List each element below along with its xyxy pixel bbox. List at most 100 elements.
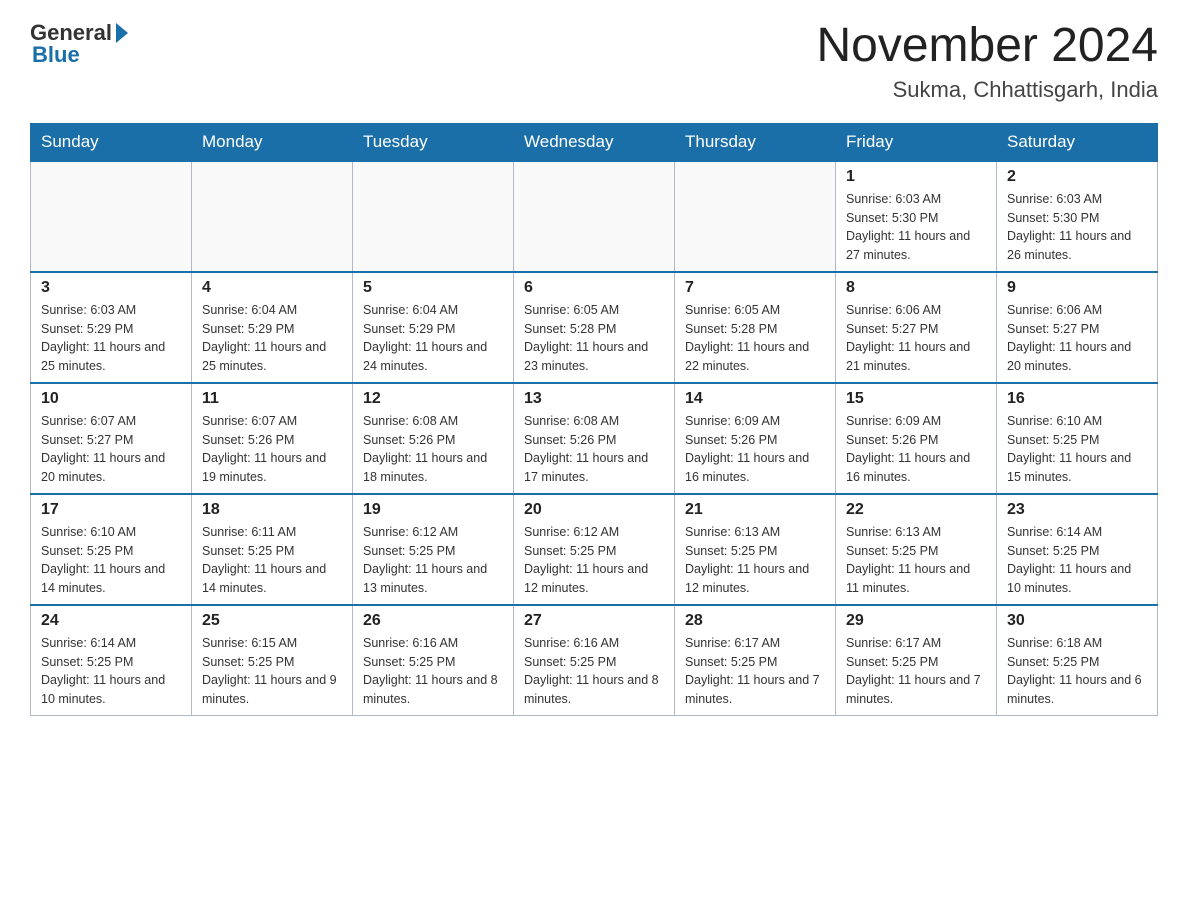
calendar-cell: 30Sunrise: 6:18 AMSunset: 5:25 PMDayligh… xyxy=(997,605,1158,716)
calendar-cell: 4 Sunrise: 6:04 AMSunset: 5:29 PMDaylight… xyxy=(192,272,353,383)
calendar-cell: 15 Sunrise: 6:09 AMSunset: 5:26 PMDayligh… xyxy=(836,383,997,494)
day-number: 21 xyxy=(685,501,825,519)
calendar-header-row: SundayMondayTuesdayWednesdayThursdayFrid… xyxy=(31,123,1158,161)
day-info: Sunrise: 6:16 AMSunset: 5:25 PMDaylight:… xyxy=(363,634,503,709)
calendar-day-header: Wednesday xyxy=(514,123,675,161)
calendar-day-header: Tuesday xyxy=(353,123,514,161)
calendar-cell: 21 Sunrise: 6:13 AMSunset: 5:25 PMDayligh… xyxy=(675,494,836,605)
day-info: Sunrise: 6:10 AMSunset: 5:25 PMDaylight:… xyxy=(41,523,181,598)
day-number: 2 xyxy=(1007,168,1147,186)
day-number: 13 xyxy=(524,390,664,408)
calendar-cell: 22 Sunrise: 6:13 AMSunset: 5:25 PMDayligh… xyxy=(836,494,997,605)
calendar-day-header: Sunday xyxy=(31,123,192,161)
day-number: 10 xyxy=(41,390,181,408)
title-block: November 2024 Sukma, Chhattisgarh, India xyxy=(816,20,1158,103)
calendar-day-header: Friday xyxy=(836,123,997,161)
calendar-cell: 18Sunrise: 6:11 AMSunset: 5:25 PMDayligh… xyxy=(192,494,353,605)
day-info: Sunrise: 6:15 AMSunset: 5:25 PMDaylight:… xyxy=(202,634,342,709)
calendar-cell: 26 Sunrise: 6:16 AMSunset: 5:25 PMDayligh… xyxy=(353,605,514,716)
day-info: Sunrise: 6:17 AMSunset: 5:25 PMDaylight:… xyxy=(685,634,825,709)
day-number: 26 xyxy=(363,612,503,630)
day-number: 4 xyxy=(202,279,342,297)
calendar-cell: 7 Sunrise: 6:05 AMSunset: 5:28 PMDaylight… xyxy=(675,272,836,383)
day-number: 24 xyxy=(41,612,181,630)
calendar-cell: 2 Sunrise: 6:03 AMSunset: 5:30 PMDaylight… xyxy=(997,161,1158,272)
day-number: 3 xyxy=(41,279,181,297)
day-info: Sunrise: 6:12 AMSunset: 5:25 PMDaylight:… xyxy=(363,523,503,598)
day-info: Sunrise: 6:14 AMSunset: 5:25 PMDaylight:… xyxy=(1007,523,1147,598)
calendar-cell: 17 Sunrise: 6:10 AMSunset: 5:25 PMDayligh… xyxy=(31,494,192,605)
calendar-cell: 20 Sunrise: 6:12 AMSunset: 5:25 PMDayligh… xyxy=(514,494,675,605)
day-info: Sunrise: 6:16 AMSunset: 5:25 PMDaylight:… xyxy=(524,634,664,709)
day-info: Sunrise: 6:12 AMSunset: 5:25 PMDaylight:… xyxy=(524,523,664,598)
calendar-cell: 16 Sunrise: 6:10 AMSunset: 5:25 PMDayligh… xyxy=(997,383,1158,494)
location-subtitle: Sukma, Chhattisgarh, India xyxy=(816,77,1158,103)
calendar-cell: 12Sunrise: 6:08 AMSunset: 5:26 PMDayligh… xyxy=(353,383,514,494)
day-info: Sunrise: 6:03 AMSunset: 5:30 PMDaylight:… xyxy=(1007,190,1147,265)
day-info: Sunrise: 6:09 AMSunset: 5:26 PMDaylight:… xyxy=(685,412,825,487)
calendar-table: SundayMondayTuesdayWednesdayThursdayFrid… xyxy=(30,123,1158,716)
calendar-cell: 10 Sunrise: 6:07 AMSunset: 5:27 PMDayligh… xyxy=(31,383,192,494)
calendar-cell xyxy=(675,161,836,272)
day-number: 8 xyxy=(846,279,986,297)
calendar-cell: 1Sunrise: 6:03 AMSunset: 5:30 PMDaylight… xyxy=(836,161,997,272)
calendar-week-row: 17 Sunrise: 6:10 AMSunset: 5:25 PMDayligh… xyxy=(31,494,1158,605)
day-number: 15 xyxy=(846,390,986,408)
day-number: 28 xyxy=(685,612,825,630)
day-info: Sunrise: 6:06 AMSunset: 5:27 PMDaylight:… xyxy=(846,301,986,376)
day-number: 7 xyxy=(685,279,825,297)
day-info: Sunrise: 6:13 AMSunset: 5:25 PMDaylight:… xyxy=(685,523,825,598)
day-info: Sunrise: 6:10 AMSunset: 5:25 PMDaylight:… xyxy=(1007,412,1147,487)
day-info: Sunrise: 6:17 AMSunset: 5:25 PMDaylight:… xyxy=(846,634,986,709)
calendar-cell xyxy=(514,161,675,272)
day-number: 16 xyxy=(1007,390,1147,408)
calendar-day-header: Saturday xyxy=(997,123,1158,161)
logo-arrow-icon xyxy=(116,23,128,43)
day-number: 17 xyxy=(41,501,181,519)
calendar-cell: 23 Sunrise: 6:14 AMSunset: 5:25 PMDayligh… xyxy=(997,494,1158,605)
calendar-cell xyxy=(192,161,353,272)
day-info: Sunrise: 6:05 AMSunset: 5:28 PMDaylight:… xyxy=(685,301,825,376)
logo: General Blue xyxy=(30,20,128,68)
calendar-cell: 6 Sunrise: 6:05 AMSunset: 5:28 PMDaylight… xyxy=(514,272,675,383)
calendar-day-header: Monday xyxy=(192,123,353,161)
calendar-cell: 11Sunrise: 6:07 AMSunset: 5:26 PMDayligh… xyxy=(192,383,353,494)
day-info: Sunrise: 6:04 AMSunset: 5:29 PMDaylight:… xyxy=(202,301,342,376)
day-info: Sunrise: 6:04 AMSunset: 5:29 PMDaylight:… xyxy=(363,301,503,376)
day-number: 6 xyxy=(524,279,664,297)
calendar-week-row: 3 Sunrise: 6:03 AMSunset: 5:29 PMDaylight… xyxy=(31,272,1158,383)
calendar-cell xyxy=(31,161,192,272)
day-info: Sunrise: 6:09 AMSunset: 5:26 PMDaylight:… xyxy=(846,412,986,487)
day-number: 5 xyxy=(363,279,503,297)
calendar-cell: 5 Sunrise: 6:04 AMSunset: 5:29 PMDaylight… xyxy=(353,272,514,383)
calendar-cell: 28 Sunrise: 6:17 AMSunset: 5:25 PMDayligh… xyxy=(675,605,836,716)
day-number: 23 xyxy=(1007,501,1147,519)
calendar-day-header: Thursday xyxy=(675,123,836,161)
day-number: 9 xyxy=(1007,279,1147,297)
calendar-cell: 9 Sunrise: 6:06 AMSunset: 5:27 PMDaylight… xyxy=(997,272,1158,383)
day-info: Sunrise: 6:03 AMSunset: 5:29 PMDaylight:… xyxy=(41,301,181,376)
page-header: General Blue November 2024 Sukma, Chhatt… xyxy=(30,20,1158,103)
day-number: 22 xyxy=(846,501,986,519)
calendar-week-row: 1Sunrise: 6:03 AMSunset: 5:30 PMDaylight… xyxy=(31,161,1158,272)
calendar-cell: 13Sunrise: 6:08 AMSunset: 5:26 PMDayligh… xyxy=(514,383,675,494)
calendar-cell: 27 Sunrise: 6:16 AMSunset: 5:25 PMDayligh… xyxy=(514,605,675,716)
day-info: Sunrise: 6:14 AMSunset: 5:25 PMDaylight:… xyxy=(41,634,181,709)
day-info: Sunrise: 6:05 AMSunset: 5:28 PMDaylight:… xyxy=(524,301,664,376)
day-number: 14 xyxy=(685,390,825,408)
day-info: Sunrise: 6:03 AMSunset: 5:30 PMDaylight:… xyxy=(846,190,986,265)
day-info: Sunrise: 6:13 AMSunset: 5:25 PMDaylight:… xyxy=(846,523,986,598)
day-number: 20 xyxy=(524,501,664,519)
day-info: Sunrise: 6:11 AMSunset: 5:25 PMDaylight:… xyxy=(202,523,342,598)
day-info: Sunrise: 6:06 AMSunset: 5:27 PMDaylight:… xyxy=(1007,301,1147,376)
calendar-week-row: 10 Sunrise: 6:07 AMSunset: 5:27 PMDayligh… xyxy=(31,383,1158,494)
calendar-cell: 25Sunrise: 6:15 AMSunset: 5:25 PMDayligh… xyxy=(192,605,353,716)
month-title: November 2024 xyxy=(816,20,1158,73)
day-info: Sunrise: 6:18 AMSunset: 5:25 PMDaylight:… xyxy=(1007,634,1147,709)
calendar-cell: 29Sunrise: 6:17 AMSunset: 5:25 PMDayligh… xyxy=(836,605,997,716)
day-number: 27 xyxy=(524,612,664,630)
day-info: Sunrise: 6:07 AMSunset: 5:27 PMDaylight:… xyxy=(41,412,181,487)
calendar-cell: 3 Sunrise: 6:03 AMSunset: 5:29 PMDaylight… xyxy=(31,272,192,383)
day-info: Sunrise: 6:08 AMSunset: 5:26 PMDaylight:… xyxy=(363,412,503,487)
calendar-cell: 8 Sunrise: 6:06 AMSunset: 5:27 PMDaylight… xyxy=(836,272,997,383)
